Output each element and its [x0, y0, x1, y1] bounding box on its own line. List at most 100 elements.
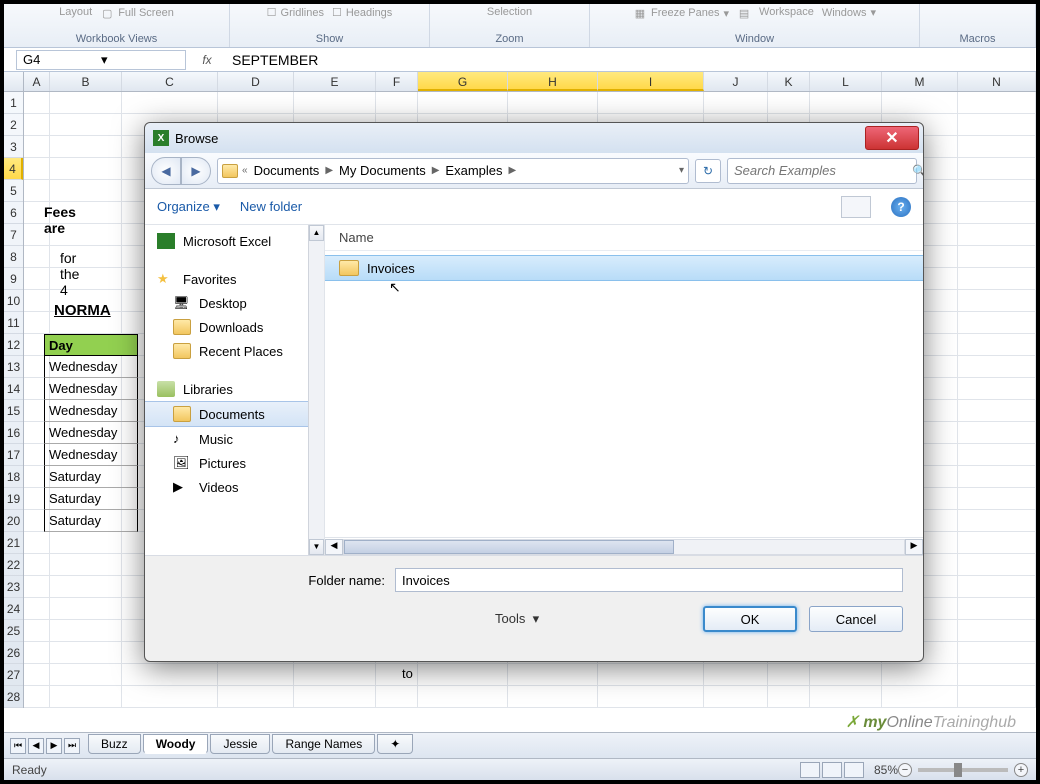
fx-icon[interactable]: fx [192, 53, 222, 67]
column-header[interactable]: H [508, 72, 598, 91]
refresh-button[interactable]: ↻ [695, 159, 721, 183]
row-header[interactable]: 14 [4, 378, 23, 400]
sidebar-item-videos[interactable]: ▶Videos [145, 475, 324, 499]
day-cell[interactable]: Wednesday [44, 422, 138, 444]
row-header[interactable]: 6 [4, 202, 23, 224]
column-header[interactable]: E [294, 72, 376, 91]
sidebar-scrollbar[interactable]: ▲ ▼ [308, 225, 324, 555]
page-layout-view-button[interactable] [822, 762, 842, 778]
tab-last-button[interactable]: ⏭ [64, 738, 80, 754]
row-header[interactable]: 27 [4, 664, 23, 686]
folder-name-input[interactable] [395, 568, 903, 592]
tab-next-button[interactable]: ▶ [46, 738, 62, 754]
row-header[interactable]: 21 [4, 532, 23, 554]
row-header[interactable]: 26 [4, 642, 23, 664]
ok-button[interactable]: OK [703, 606, 797, 632]
sheet-tab[interactable]: Buzz [88, 734, 141, 754]
day-cell[interactable]: Wednesday [44, 444, 138, 466]
day-cell[interactable]: Saturday [44, 488, 138, 510]
zoom-slider[interactable] [918, 768, 1008, 772]
file-list-header[interactable]: Name [325, 225, 923, 251]
organize-button[interactable]: Organize ▾ [157, 199, 220, 215]
zoom-in-button[interactable]: + [1014, 763, 1028, 777]
help-icon[interactable]: ? [891, 197, 911, 217]
row-header[interactable]: 19 [4, 488, 23, 510]
row-header[interactable]: 16 [4, 422, 23, 444]
page-break-view-button[interactable] [844, 762, 864, 778]
row-header[interactable]: 2 [4, 114, 23, 136]
row-header[interactable]: 7 [4, 224, 23, 246]
row-header[interactable]: 5 [4, 180, 23, 202]
search-input[interactable] [734, 163, 912, 178]
sidebar-item-pictures[interactable]: 🖼Pictures [145, 451, 324, 475]
split-button[interactable]: ▤ [737, 6, 751, 20]
sidebar-item-recent[interactable]: Recent Places [145, 339, 324, 363]
breadcrumb-seg[interactable]: Documents [248, 163, 326, 178]
day-cell[interactable]: Saturday [44, 466, 138, 488]
column-header[interactable]: F [376, 72, 418, 91]
normal-view-button[interactable] [800, 762, 820, 778]
breadcrumb-bar[interactable]: « Documents▶ My Documents▶ Examples▶ ▾ [217, 158, 689, 184]
row-header[interactable]: 4 [4, 158, 23, 180]
view-options-button[interactable] [841, 196, 871, 218]
row-header[interactable]: 8 [4, 246, 23, 268]
day-cell[interactable]: Wednesday [44, 356, 138, 378]
close-button[interactable]: ✕ [865, 126, 919, 150]
row-header[interactable]: 25 [4, 620, 23, 642]
row-header[interactable]: 15 [4, 400, 23, 422]
search-box[interactable]: 🔍 [727, 158, 917, 184]
sidebar-item-documents[interactable]: Documents [145, 401, 324, 427]
freeze-panes-button[interactable]: ▦Freeze Panes ▾ [633, 6, 729, 20]
column-header[interactable]: J [704, 72, 768, 91]
column-header[interactable]: B [50, 72, 122, 91]
back-button[interactable]: ◀ [151, 157, 181, 185]
row-header[interactable]: 13 [4, 356, 23, 378]
column-header[interactable]: L [810, 72, 882, 91]
sidebar-item-downloads[interactable]: Downloads [145, 315, 324, 339]
tools-button[interactable]: Tools ▾ [495, 611, 539, 627]
row-header[interactable]: 17 [4, 444, 23, 466]
tab-first-button[interactable]: ⏮ [10, 738, 26, 754]
day-header-cell[interactable]: Day [44, 334, 138, 356]
headings-check[interactable]: ☐Headings [332, 6, 392, 19]
sheet-tab[interactable]: Woody [143, 734, 209, 754]
breadcrumb-seg[interactable]: My Documents [333, 163, 432, 178]
sidebar-item-excel[interactable]: Microsoft Excel [145, 229, 324, 253]
column-header[interactable]: I [598, 72, 704, 91]
sidebar-item-music[interactable]: ♪Music [145, 427, 324, 451]
row-header[interactable]: 24 [4, 598, 23, 620]
select-all-corner[interactable] [4, 72, 24, 91]
row-header[interactable]: 12 [4, 334, 23, 356]
tab-prev-button[interactable]: ◀ [28, 738, 44, 754]
row-header[interactable]: 18 [4, 466, 23, 488]
file-row-invoices[interactable]: Invoices [325, 255, 923, 281]
breadcrumb-seg[interactable]: Examples [439, 163, 508, 178]
day-cell[interactable]: Wednesday [44, 400, 138, 422]
name-box[interactable]: G4▾ [16, 50, 186, 70]
row-header[interactable]: 11 [4, 312, 23, 334]
row-header[interactable]: 9 [4, 268, 23, 290]
windows-button[interactable]: Windows ▾ [822, 6, 876, 19]
column-header[interactable]: D [218, 72, 294, 91]
cancel-button[interactable]: Cancel [809, 606, 903, 632]
row-header[interactable]: 3 [4, 136, 23, 158]
zoom-out-button[interactable]: − [898, 763, 912, 777]
chevron-down-icon[interactable]: ▾ [101, 52, 179, 68]
sidebar-item-desktop[interactable]: 🖥Desktop [145, 291, 324, 315]
new-sheet-button[interactable]: ✦ [377, 734, 413, 754]
row-header[interactable]: 10 [4, 290, 23, 312]
new-folder-button[interactable]: New folder [240, 199, 302, 214]
day-cell[interactable]: Wednesday [44, 378, 138, 400]
zoom-selection-button[interactable]: Selection [487, 6, 532, 18]
sidebar-item-favorites[interactable]: ★Favorites [145, 267, 324, 291]
column-header[interactable]: A [24, 72, 50, 91]
layout-button[interactable]: Layout [59, 6, 92, 18]
column-header[interactable]: C [122, 72, 218, 91]
sheet-tab[interactable]: Range Names [272, 734, 375, 754]
forward-button[interactable]: ▶ [181, 157, 211, 185]
sidebar-item-libraries[interactable]: Libraries [145, 377, 324, 401]
column-header[interactable]: M [882, 72, 958, 91]
row-header[interactable]: 28 [4, 686, 23, 708]
sheet-tab[interactable]: Jessie [210, 734, 270, 754]
gridlines-check[interactable]: ☐Gridlines [267, 6, 324, 19]
